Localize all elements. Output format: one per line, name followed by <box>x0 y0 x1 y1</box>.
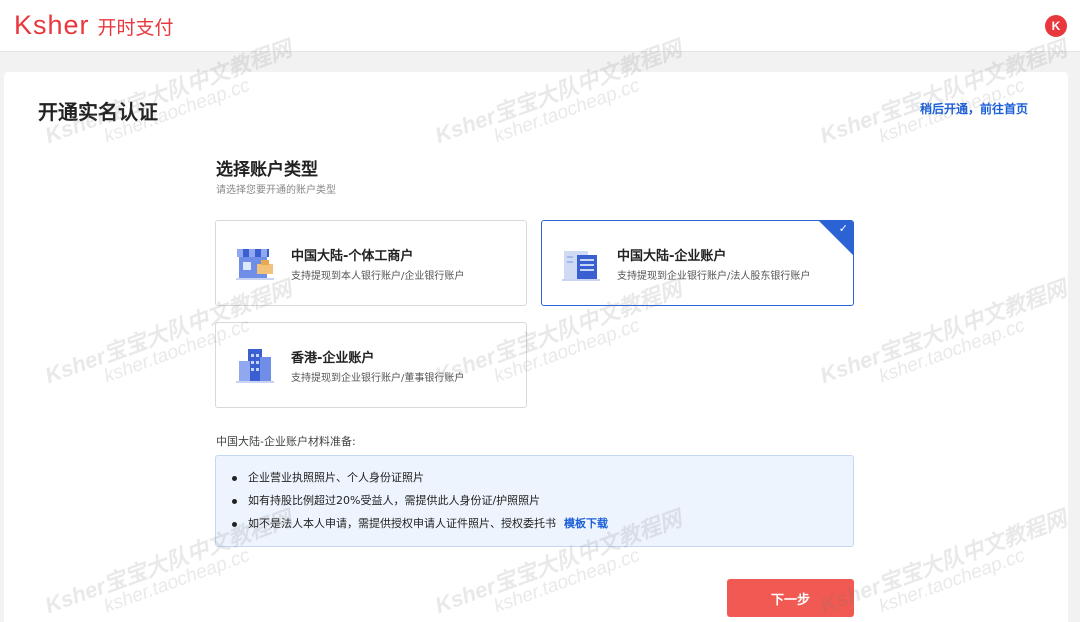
account-type-title: 选择账户类型 <box>216 160 318 180</box>
option-description: 支持提现到企业银行账户/法人股东银行账户 <box>617 271 811 282</box>
ksher-logo[interactable]: Ksher 开时支付 <box>14 10 174 41</box>
avatar-letter: K <box>1051 19 1061 33</box>
materials-list: 企业营业执照照片、个人身份证照片 如有持股比例超过20%受益人，需提供此人身份证… <box>230 470 608 539</box>
list-item-text: 企业营业执照照片、个人身份证照片 <box>248 471 424 484</box>
option-title: 香港-企业账户 <box>291 351 375 366</box>
option-title: 中国大陆-企业账户 <box>617 249 727 264</box>
building-icon <box>562 251 600 281</box>
option-hongkong-enterprise[interactable]: 香港-企业账户 支持提现到企业银行账户/董事银行账户 <box>215 322 527 408</box>
user-avatar-icon[interactable]: K <box>1045 15 1067 37</box>
list-item: 如不是法人本人申请，需提供授权申请人证件照片、授权委托书 模板下载 <box>230 516 608 539</box>
list-item-text: 如有持股比例超过20%受益人，需提供此人身份证/护照照片 <box>248 494 541 507</box>
materials-title: 中国大陆-企业账户材料准备: <box>216 435 356 448</box>
page-title: 开通实名认证 <box>38 100 158 124</box>
next-step-button[interactable]: 下一步 <box>727 579 854 617</box>
materials-box: 企业营业执照照片、个人身份证照片 如有持股比例超过20%受益人，需提供此人身份证… <box>215 455 854 547</box>
check-icon: ✓ <box>838 222 848 235</box>
top-bar: Ksher 开时支付 K <box>0 0 1080 52</box>
list-item: 如有持股比例超过20%受益人，需提供此人身份证/护照照片 <box>230 493 608 516</box>
list-item: 企业营业执照照片、个人身份证照片 <box>230 470 608 493</box>
skip-to-home-link[interactable]: 稍后开通，前往首页 <box>920 100 1028 117</box>
option-title: 中国大陆-个体工商户 <box>291 249 414 264</box>
account-type-subtitle: 请选择您要开通的账户类型 <box>216 185 336 196</box>
option-description: 支持提现到企业银行账户/董事银行账户 <box>291 373 465 384</box>
option-mainland-individual-business[interactable]: 中国大陆-个体工商户 支持提现到本人银行账户/企业银行账户 <box>215 220 527 306</box>
skyscraper-icon <box>236 349 274 383</box>
list-item-text: 如不是法人本人申请，需提供授权申请人证件照片、授权委托书 <box>248 517 556 530</box>
option-description: 支持提现到本人银行账户/企业银行账户 <box>291 271 465 282</box>
template-download-link[interactable]: 模板下载 <box>564 517 608 530</box>
shop-icon <box>236 249 274 280</box>
logo-wordmark: Ksher <box>14 10 90 40</box>
logo-chinese-name: 开时支付 <box>97 17 174 39</box>
option-mainland-enterprise[interactable]: 中国大陆-企业账户 支持提现到企业银行账户/法人股东银行账户 ✓ <box>541 220 854 306</box>
